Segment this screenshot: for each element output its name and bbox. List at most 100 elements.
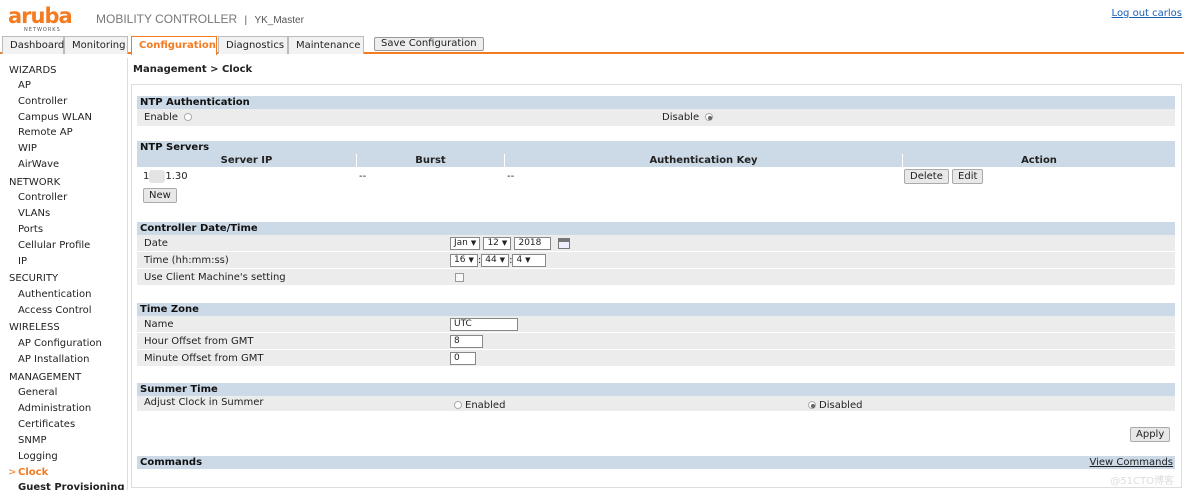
sidebar-item-cellular-profile[interactable]: Cellular Profile [18,240,90,251]
column-header-action: Action [903,154,1175,167]
new-server-button[interactable]: New [143,188,177,203]
header: aruba NETWORKS MOBILITY CONTROLLER | YK_… [0,0,1184,36]
tab-configuration[interactable]: Configuration [131,36,217,55]
ntp-auth-row: Enable Disable [137,109,1175,127]
sidebar-item-snmp[interactable]: SNMP [18,435,47,446]
sidebar-heading-network: NETWORK [9,177,61,188]
sidebar-item-vlans[interactable]: VLANs [18,208,50,219]
month-select[interactable]: Jan ▼ [450,236,481,250]
date-row: Date Jan ▼ 12 ▼ 2018 [137,235,1175,252]
section-title-commands: Commands View Commands [137,456,1175,469]
tab-maintenance[interactable]: Maintenance [288,36,364,54]
apply-button[interactable]: Apply [1130,427,1171,442]
new-row: New [137,187,1175,205]
time-controls: 16 ▼:44 ▼:4 ▼ [450,252,547,269]
year-input[interactable]: 2018 [514,236,552,250]
logo-text: aruba [8,4,73,28]
tab-dashboard[interactable]: Dashboard [2,36,64,54]
title-separator: | [244,15,248,26]
server-ip-suffix: 1.30 [165,171,188,182]
logo-subtext: NETWORKS [24,27,61,33]
hour-value: 16 [454,254,466,265]
summer-disabled-radio[interactable] [808,401,816,409]
sidebar-item-ports[interactable]: Ports [18,224,43,235]
sidebar-item-remote-ap[interactable]: Remote AP [18,127,73,138]
sidebar-item-ap-installation[interactable]: AP Installation [18,354,89,365]
hour-select[interactable]: 16 ▼ [450,253,478,267]
redacted-ip-blur [149,169,166,183]
tz-name-row: Name UTC [137,316,1175,333]
tab-diagnostics[interactable]: Diagnostics [218,36,288,54]
summer-time-section: Summer Time Adjust Clock in Summer Enabl… [137,383,1175,412]
client-setting-control [455,269,464,286]
client-setting-checkbox[interactable] [455,272,464,282]
minute-offset-input[interactable]: 0 [450,351,476,365]
sidebar-item-administration[interactable]: Administration [18,403,91,414]
delete-button[interactable]: Delete [904,169,949,184]
sidebar-item-controller[interactable]: Controller [18,192,67,203]
sidebar-item-authentication[interactable]: Authentication [18,289,91,300]
hour-offset-label: Hour Offset from GMT [144,336,254,347]
chevron-down-icon: ▼ [501,238,508,247]
column-header-burst: Burst [357,154,505,167]
sidebar-item-wip[interactable]: WIP [18,143,37,154]
second-select[interactable]: 4 ▼ [512,253,547,267]
client-setting-row: Use Client Machine's setting [137,269,1175,286]
column-header-server-ip: Server IP [137,154,357,167]
commands-title: Commands [140,457,203,468]
ntp-servers-section: NTP Servers Server IP Burst Authenticati… [137,141,1175,205]
sidebar-item-general[interactable]: General [18,387,57,398]
minute-offset-row: Minute Offset from GMT 0 [137,350,1175,367]
sidebar-item-ip[interactable]: IP [18,256,27,267]
logout-link[interactable]: Log out carlos [1112,8,1182,19]
edit-button[interactable]: Edit [952,169,984,184]
disable-option: Disable [662,109,716,126]
month-value: Jan [454,237,468,248]
section-title-date-time: Controller Date/Time [137,222,1175,235]
enable-radio[interactable] [184,113,193,121]
sidebar-item-campus-wlan[interactable]: Campus WLAN [18,112,92,123]
sidebar-item-airwave[interactable]: AirWave [18,159,59,170]
main-tabs: Dashboard Monitoring Configuration Diagn… [0,36,1184,55]
action-cell: Delete Edit [904,169,984,184]
sidebar-item-guest-provisioning[interactable]: Guest Provisioning [18,482,124,490]
ntp-authentication-section: NTP Authentication Enable Disable [137,96,1175,127]
sidebar-item-clock[interactable]: Clock [18,467,48,478]
host-name: YK_Master [254,15,304,26]
commands-section: Commands View Commands [137,456,1175,469]
sidebar-item-logging[interactable]: Logging [18,451,58,462]
calendar-icon[interactable] [557,237,570,249]
minute-offset-control: 0 [450,350,476,367]
summer-enabled-option: Enabled [451,399,505,412]
watermark: @51CTO博客 [1110,476,1174,487]
sidebar-heading-management: MANAGEMENT [9,372,82,383]
summer-enabled-radio[interactable] [454,401,462,409]
day-select[interactable]: 12 ▼ [483,236,512,250]
ntp-servers-header: Server IP Burst Authentication Key Actio… [137,154,1175,167]
chevron-down-icon: ▼ [468,255,474,264]
product-name: MOBILITY CONTROLLER [96,12,238,26]
sidebar-item-controller-wizard[interactable]: Controller [18,96,67,107]
sidebar-item-ap[interactable]: AP [18,80,31,91]
column-header-auth-key: Authentication Key [505,154,903,167]
section-title-ntp-authentication: NTP Authentication [137,96,1175,109]
tab-monitoring[interactable]: Monitoring [64,36,128,54]
sidebar-item-ap-configuration[interactable]: AP Configuration [18,338,102,349]
hour-offset-control: 8 [450,333,483,350]
summer-adjust-label: Adjust Clock in Summer [144,397,264,408]
sidebar-item-certificates[interactable]: Certificates [18,419,75,430]
save-configuration-button[interactable]: Save Configuration [374,37,484,51]
minute-select[interactable]: 44 ▼ [481,253,510,267]
tz-name-label: Name [144,319,174,330]
minute-value: 44 [485,254,497,265]
sidebar: WIZARDS AP Controller Campus WLAN Remote… [0,58,128,490]
view-commands-link[interactable]: View Commands [1089,456,1173,469]
hour-offset-input[interactable]: 8 [450,334,483,348]
enable-label: Enable [144,112,179,123]
sidebar-item-access-control[interactable]: Access Control [18,305,92,316]
breadcrumb: Management > Clock [133,64,253,75]
minute-offset-label: Minute Offset from GMT [144,353,264,364]
tz-name-input[interactable]: UTC [450,317,518,331]
disable-radio[interactable] [705,113,714,121]
server-ip-cell: 1 1.30 [143,167,188,186]
